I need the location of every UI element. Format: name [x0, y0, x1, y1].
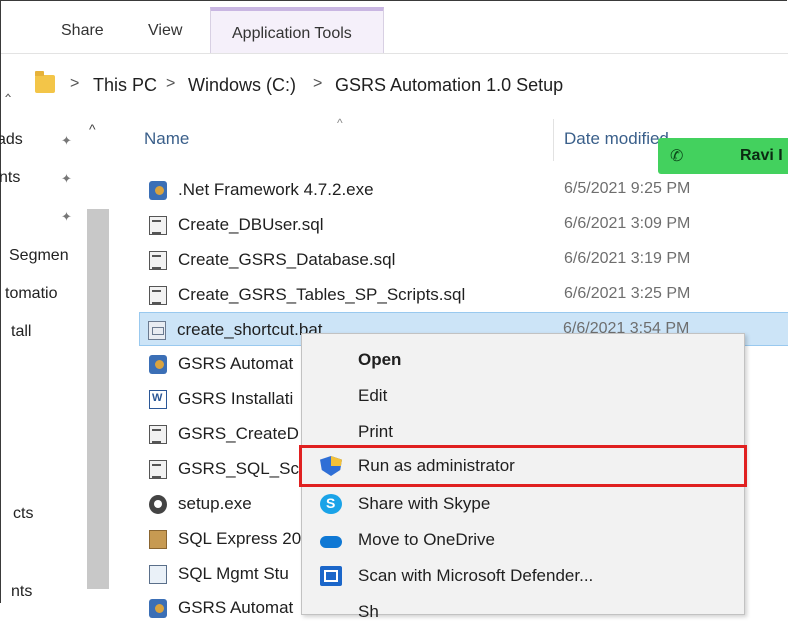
context-menu: Open Edit Print Run as administrator Sha… [299, 333, 747, 621]
column-divider[interactable] [553, 119, 554, 161]
sort-caret-icon: ^ [337, 116, 343, 130]
file-name: Create_DBUser.sql [178, 215, 324, 234]
menu-item-scan-with-defender[interactable]: Scan with Microsoft Defender... [302, 558, 744, 594]
menu-item-label: Open [358, 350, 402, 369]
word-doc-icon [149, 390, 167, 409]
nav-item-segment[interactable]: Segmen [9, 247, 69, 265]
installer-icon [149, 565, 167, 584]
pin-icon: ✦ [61, 171, 72, 186]
menu-item-label: Move to OneDrive [358, 530, 495, 549]
chevron-right-icon[interactable]: > [70, 75, 79, 93]
uac-shield-icon [320, 456, 342, 476]
box-icon [149, 530, 167, 549]
pin-icon: ✦ [61, 209, 72, 224]
menu-item-share-with-skype[interactable]: Share with Skype [302, 486, 744, 522]
column-header-date[interactable]: Date modified [564, 129, 669, 149]
tab-view[interactable]: View [148, 22, 182, 40]
file-name: SQL Mgmt Stu [178, 564, 289, 583]
bat-file-icon [148, 321, 166, 340]
breadcrumb-this-pc[interactable]: This PC [93, 75, 157, 96]
file-row[interactable]: Create_DBUser.sql 6/6/2021 3:09 PM [141, 208, 788, 242]
address-bar[interactable]: ‸ > This PC > Windows (C:) > GSRS Automa… [1, 63, 788, 109]
file-date: 6/5/2021 9:25 PM [564, 180, 691, 197]
tab-share[interactable]: Share [61, 22, 104, 40]
menu-item-label: Share with Skype [358, 494, 491, 513]
file-name: GSRS_CreateD [178, 424, 299, 443]
file-date: 6/6/2021 3:09 PM [564, 215, 691, 232]
exe-icon [149, 181, 167, 200]
menu-item-label: Scan with Microsoft Defender... [358, 566, 594, 585]
file-name: SQL Express 20 [178, 529, 302, 548]
defender-icon [320, 566, 342, 586]
menu-item-run-as-administrator[interactable]: Run as administrator [299, 445, 747, 487]
column-header-name[interactable]: Name [144, 129, 189, 149]
exe-icon [149, 599, 167, 618]
tab-application-tools[interactable]: Application Tools [210, 7, 384, 53]
chevron-right-icon[interactable]: > [313, 75, 322, 93]
file-row[interactable]: Create_GSRS_Database.sql 6/6/2021 3:19 P… [141, 243, 788, 277]
scroll-up-icon[interactable]: ^ [89, 121, 96, 137]
file-name: Create_GSRS_Database.sql [178, 250, 396, 269]
menu-item-print[interactable]: Print [302, 414, 744, 450]
explorer-window: Share View Application Tools ‸ > This PC… [0, 0, 788, 621]
sql-file-icon [149, 286, 167, 305]
breadcrumb-windows-c[interactable]: Windows (C:) [188, 75, 296, 96]
file-date: 6/6/2021 3:19 PM [564, 250, 691, 267]
breadcrumb-gsrs-setup[interactable]: GSRS Automation 1.0 Setup [335, 75, 563, 96]
menu-item-edit[interactable]: Edit [302, 378, 744, 414]
menu-item-move-to-onedrive[interactable]: Move to OneDrive [302, 522, 744, 558]
nav-item-fonts[interactable]: nts [11, 583, 32, 601]
file-name: GSRS_SQL_Scr [178, 459, 305, 478]
skype-icon [320, 494, 342, 514]
scrollbar-thumb[interactable] [87, 209, 109, 589]
up-arrow-icon[interactable]: ‸ [5, 77, 11, 98]
caller-name: Ravi I [740, 147, 783, 164]
file-name: GSRS Installati [178, 389, 294, 408]
file-row[interactable]: .Net Framework 4.7.2.exe 6/5/2021 9:25 P… [141, 173, 788, 207]
file-name: Create_GSRS_Tables_SP_Scripts.sql [178, 285, 466, 304]
nav-item-install[interactable]: tall [11, 323, 31, 341]
file-row[interactable]: Create_GSRS_Tables_SP_Scripts.sql 6/6/20… [141, 278, 788, 312]
menu-item-open[interactable]: Open [302, 342, 744, 378]
menu-item-share[interactable]: Sh [302, 594, 744, 630]
menu-item-label: Print [358, 422, 393, 441]
nav-scrollbar[interactable]: ^ [83, 113, 111, 605]
file-name: setup.exe [178, 494, 252, 513]
gear-icon [149, 495, 167, 514]
menu-item-label: Run as administrator [358, 456, 515, 475]
menu-item-label: Sh [358, 602, 379, 621]
file-name: GSRS Automat [178, 598, 294, 617]
file-name: GSRS Automat [178, 354, 294, 373]
file-name: .Net Framework 4.7.2.exe [178, 180, 374, 199]
sql-file-icon [149, 460, 167, 479]
folder-icon [35, 71, 55, 93]
nav-item-downloads[interactable]: ads [0, 131, 23, 149]
file-date: 6/6/2021 3:25 PM [564, 285, 691, 302]
exe-icon [149, 355, 167, 374]
call-banner[interactable]: ✆ Ravi I [658, 138, 788, 174]
menu-item-label: Edit [358, 386, 388, 405]
nav-item-documents[interactable]: nts [0, 169, 20, 187]
sql-file-icon [149, 216, 167, 235]
sql-file-icon [149, 251, 167, 270]
pin-icon: ✦ [61, 133, 72, 148]
nav-item-automation[interactable]: tomatio [5, 285, 57, 303]
sql-file-icon [149, 425, 167, 444]
nav-item-objects[interactable]: cts [13, 505, 33, 523]
onedrive-cloud-icon [320, 536, 342, 548]
chevron-right-icon[interactable]: > [166, 75, 175, 93]
ribbon: Share View Application Tools [1, 1, 788, 54]
phone-icon: ✆ [670, 148, 684, 165]
tab-application-tools-label: Application Tools [232, 25, 352, 42]
